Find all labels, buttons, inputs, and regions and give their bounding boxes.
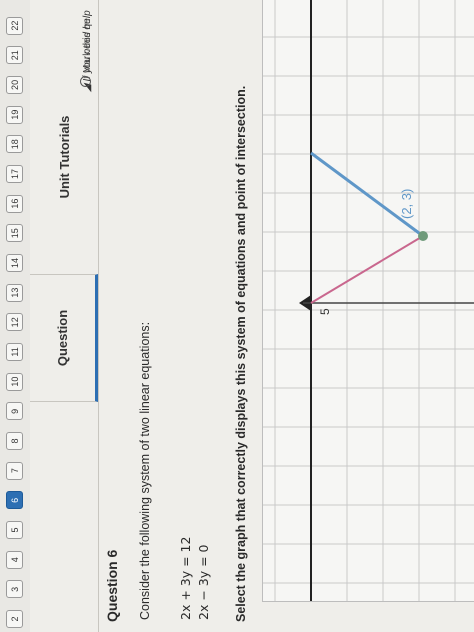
question-nav-button-19[interactable]: 19 — [6, 105, 23, 124]
question-nav-button-6[interactable]: 6 — [6, 491, 23, 510]
coordinate-graph: 5 (2, 3) — [263, 0, 474, 601]
graph-axes — [299, 0, 474, 601]
graph-grid — [263, 0, 474, 601]
question-nav-button-15[interactable]: 15 — [6, 224, 23, 243]
question-nav-button-8[interactable]: 8 — [6, 431, 23, 450]
question-nav-button-18[interactable]: 18 — [6, 135, 23, 154]
answer-graph-option[interactable]: 5 (2, 3) — [262, 0, 474, 602]
question-nav-button-11[interactable]: 11 — [6, 342, 23, 361]
tab-question[interactable]: Question — [30, 274, 98, 402]
question-nav-button-16[interactable]: 16 — [6, 194, 23, 213]
mark-for-review-radio[interactable]: Mark this qu — [80, 19, 93, 87]
question-title: Question 6 — [104, 549, 120, 622]
equation-1: 2x + 3y = 12 — [178, 536, 193, 620]
y-axis-tick-label: 5 — [318, 308, 332, 315]
question-nav-button-12[interactable]: 12 — [6, 313, 23, 332]
question-nav-button-17[interactable]: 17 — [6, 164, 23, 183]
question-nav-button-22[interactable]: 22 — [6, 16, 23, 35]
question-nav-button-9[interactable]: 9 — [6, 402, 23, 421]
question-nav-button-14[interactable]: 14 — [6, 253, 23, 272]
question-nav-button-4[interactable]: 4 — [6, 550, 23, 569]
equation-2: 2x − 3y = 0 — [196, 544, 211, 621]
question-nav-button-7[interactable]: 7 — [6, 461, 23, 480]
question-nav-button-13[interactable]: 13 — [6, 283, 23, 302]
radio-circle-icon — [80, 76, 91, 87]
question-nav-button-2[interactable]: 2 — [6, 610, 23, 628]
question-navigation-bar: 2 3 4 5 6 7 8 9 10 11 12 13 14 15 16 17 18 19 20 21 22 — [0, 0, 31, 632]
line-2x-plus-3y-eq-12 — [310, 235, 424, 304]
mark-review-label: Mark this qu — [82, 18, 93, 73]
question-nav-button-10[interactable]: 10 — [6, 372, 23, 391]
question-nav-button-20[interactable]: 20 — [6, 75, 23, 94]
question-nav-button-21[interactable]: 21 — [6, 46, 23, 65]
question-prompt: Select the graph that correctly displays… — [234, 85, 248, 622]
quiz-page: 2 3 4 5 6 7 8 9 10 11 12 13 14 15 16 17 18 19 20 21 22 Quest… — [0, 0, 474, 632]
intersection-point — [418, 231, 428, 241]
question-intro: Consider the following system of two lin… — [138, 321, 152, 620]
tab-bar: Question Unit Tutorials ◢ If you need he… — [30, 0, 99, 632]
tab-unit-tutorials[interactable]: Unit Tutorials — [30, 92, 98, 222]
question-nav-button-5[interactable]: 5 — [6, 521, 23, 539]
intersection-label: (2, 3) — [399, 189, 414, 219]
question-nav-button-3[interactable]: 3 — [6, 580, 23, 599]
